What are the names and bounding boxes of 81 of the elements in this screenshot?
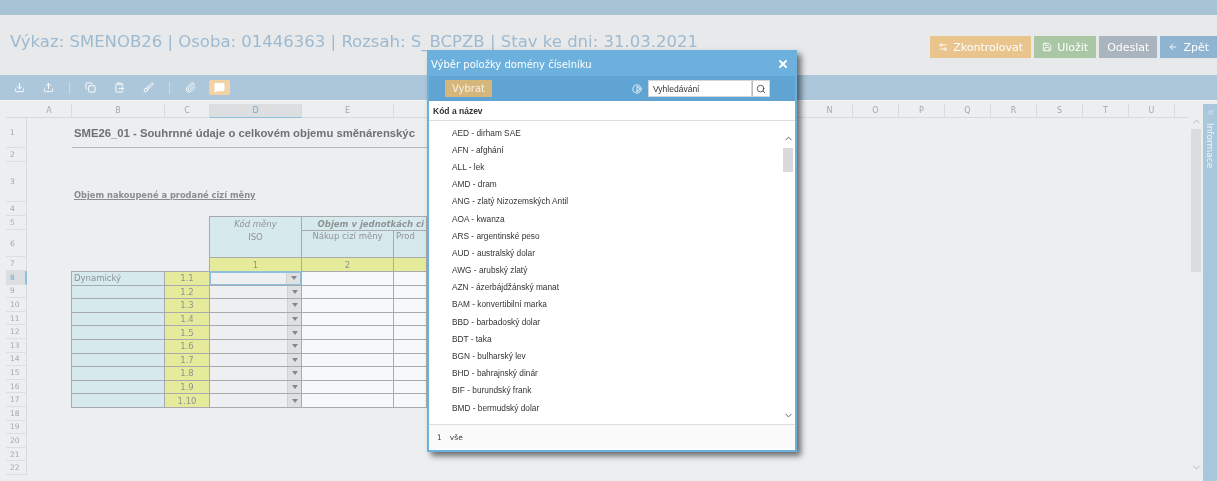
select-button[interactable]: Vybrat: [445, 80, 492, 97]
column-header[interactable]: N: [807, 104, 853, 118]
dialog-title: Výběr položky domény číselníku: [431, 58, 592, 70]
header-cell: Nákup cizí měny: [301, 230, 394, 258]
caret-icon: [291, 398, 298, 403]
list-item[interactable]: BHD - bahrajnský dinár: [429, 364, 781, 382]
list-item[interactable]: BBD - barbadoský dolar: [429, 313, 781, 331]
list-item[interactable]: BAM - konvertibilní marka: [429, 295, 781, 314]
upload-icon: [43, 82, 54, 93]
column-header[interactable]: R: [991, 104, 1037, 118]
info-sidebar[interactable]: Informace: [1203, 104, 1217, 481]
row-code-cell: 1.1: [164, 271, 210, 286]
floppy-icon: [1042, 42, 1053, 52]
list-item[interactable]: AZN - ázerbájdžánský manat: [429, 278, 781, 296]
column-header[interactable]: U: [1129, 104, 1175, 118]
sidebar-label: Informace: [1205, 123, 1215, 169]
caret-icon: [291, 303, 298, 308]
list-item[interactable]: BMD - bermudský dolar: [429, 399, 781, 417]
caret-icon: [291, 344, 298, 349]
half-circle-icon[interactable]: [632, 83, 642, 94]
list-item[interactable]: BIF - burundský frank: [429, 381, 781, 399]
back-button[interactable]: Zpět: [1160, 36, 1217, 58]
list-item[interactable]: AMD - dram: [429, 175, 781, 193]
caret-icon: [291, 357, 298, 362]
column-header[interactable]: Q: [945, 104, 991, 118]
caret-icon: [291, 289, 298, 294]
list-item[interactable]: ARS - argentinské peso: [429, 227, 781, 245]
row-code-cell: 1.8: [164, 366, 210, 381]
column-header[interactable]: A: [27, 104, 72, 118]
search-icon: [756, 83, 766, 94]
caret-icon: [291, 330, 298, 335]
list-item[interactable]: AFN - afghání: [429, 141, 781, 159]
currency-dropdown[interactable]: [209, 393, 302, 408]
column-header[interactable]: S: [1037, 104, 1083, 118]
caret-icon: [291, 317, 298, 322]
currency-dropdown[interactable]: [209, 271, 302, 286]
list-item[interactable]: ALL - lek: [429, 158, 781, 176]
section-label: Objem nakoupené a prodané cizí měny: [73, 190, 257, 202]
row-code-cell: 1.10: [164, 393, 210, 408]
close-icon: [777, 58, 789, 70]
row-name-cell: Dynamický: [71, 271, 165, 286]
search-button[interactable]: [752, 80, 770, 97]
caret-icon: [290, 276, 297, 281]
send-button[interactable]: Odeslat: [1099, 36, 1158, 58]
list-column-header: Kód a název: [429, 101, 795, 121]
speech-bubble-icon: [214, 82, 225, 93]
column-header[interactable]: C: [165, 104, 210, 118]
list-item[interactable]: AWG - arubský zlatý: [429, 261, 781, 279]
brush-icon: [143, 82, 154, 93]
column-header[interactable]: T: [1083, 104, 1129, 118]
copy-icon: [85, 82, 96, 93]
download-icon: [14, 82, 25, 93]
column-header[interactable]: B: [72, 104, 165, 118]
list-item[interactable]: BDT - taka: [429, 330, 781, 348]
check-button[interactable]: Zkontrolovat: [930, 36, 1032, 58]
column-header[interactable]: O: [853, 104, 899, 118]
code-subheader: ISO: [248, 232, 263, 242]
search-field[interactable]: Vyhledávání: [648, 80, 752, 97]
row-code-cell: 1.3: [164, 298, 210, 313]
list-item[interactable]: ANG - zlatý Nizozemských Antil: [429, 192, 781, 210]
scrollbar-thumb[interactable]: [783, 148, 793, 172]
list-item[interactable]: BGN - bulharský lev: [429, 347, 781, 365]
header-cell: Prod: [393, 230, 427, 258]
caret-icon: [291, 371, 298, 376]
row-code-cell: 1.5: [164, 325, 210, 340]
code-header: Kód měny: [234, 219, 277, 229]
clipboard-icon: [114, 82, 125, 93]
column-header[interactable]: E: [302, 104, 394, 118]
list-item[interactable]: AED - dirham SAE: [429, 124, 781, 142]
caret-icon: [291, 385, 298, 390]
paperclip-icon: [185, 82, 196, 93]
save-button[interactable]: Uložit: [1034, 36, 1097, 58]
sheet-title: SME26_01 - Souhrnné údaje o celkovém objemu směnárenskýc: [72, 118, 427, 148]
close-button[interactable]: [777, 58, 789, 70]
arrow-left-icon: [1168, 42, 1179, 52]
column-header[interactable]: P: [899, 104, 945, 118]
comment-button[interactable]: [209, 80, 230, 95]
double-chevron-icon: [1205, 108, 1215, 117]
list-item[interactable]: AOA - kwanza: [429, 209, 781, 228]
column-header[interactable]: D: [210, 104, 302, 118]
list-item[interactable]: AUD - australský dolar: [429, 244, 781, 262]
